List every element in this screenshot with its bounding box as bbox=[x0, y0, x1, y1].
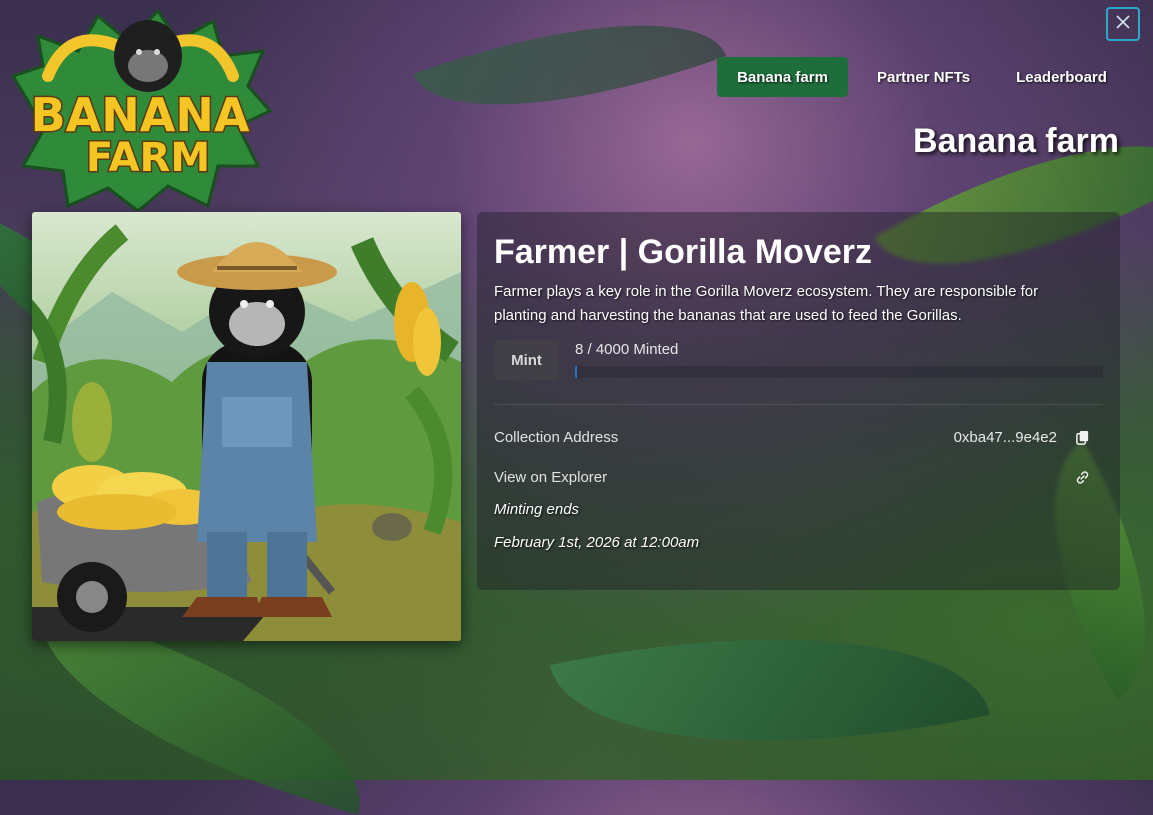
nft-description: Farmer plays a key role in the Gorilla M… bbox=[494, 283, 1039, 324]
mint-progress-info: 8 / 4000 Minted bbox=[575, 340, 1103, 378]
background-leaf bbox=[550, 577, 990, 803]
collection-address-row: Collection Address 0xba47...9e4e2 bbox=[494, 419, 1103, 455]
view-on-explorer-link[interactable]: View on Explorer bbox=[494, 469, 607, 486]
copy-icon[interactable] bbox=[1073, 428, 1091, 446]
mint-progress-fill bbox=[575, 366, 577, 378]
minting-ends-date: February 1st, 2026 at 12:00am bbox=[494, 534, 700, 551]
nav-banana-farm[interactable]: Banana farm bbox=[717, 57, 848, 97]
top-nav: Banana farm Partner NFTs Leaderboard bbox=[717, 57, 1124, 97]
minted-count: 8 / 4000 Minted bbox=[575, 341, 679, 358]
mint-row: Mint 8 / 4000 Minted bbox=[494, 340, 1103, 380]
divider bbox=[494, 404, 1103, 405]
logo-text-line1: BANANA bbox=[31, 88, 250, 142]
mint-button[interactable]: Mint bbox=[494, 340, 559, 380]
page-title: Banana farm bbox=[913, 122, 1119, 160]
nav-partner-nfts[interactable]: Partner NFTs bbox=[860, 57, 987, 97]
logo-text-line2: FARM bbox=[86, 135, 210, 181]
close-button[interactable] bbox=[1106, 7, 1140, 41]
link-icon[interactable] bbox=[1073, 468, 1091, 486]
nft-image bbox=[32, 212, 461, 641]
nav-leaderboard[interactable]: Leaderboard bbox=[999, 57, 1124, 97]
mint-progress-bar bbox=[575, 366, 1103, 378]
banana-farm-logo[interactable]: BANANA FARM bbox=[8, 6, 273, 213]
minting-ends-label: Minting ends bbox=[494, 501, 580, 518]
background-leaf bbox=[413, 0, 727, 159]
nft-detail-panel: Farmer | Gorilla Moverz Farmer plays a k… bbox=[477, 212, 1120, 590]
explorer-row[interactable]: View on Explorer bbox=[494, 459, 1103, 495]
collection-address-label: Collection Address bbox=[494, 428, 619, 446]
collection-address-value: 0xba47...9e4e2 bbox=[953, 428, 1057, 446]
nft-title: Farmer | Gorilla Moverz bbox=[494, 233, 872, 271]
close-icon bbox=[1116, 14, 1130, 34]
